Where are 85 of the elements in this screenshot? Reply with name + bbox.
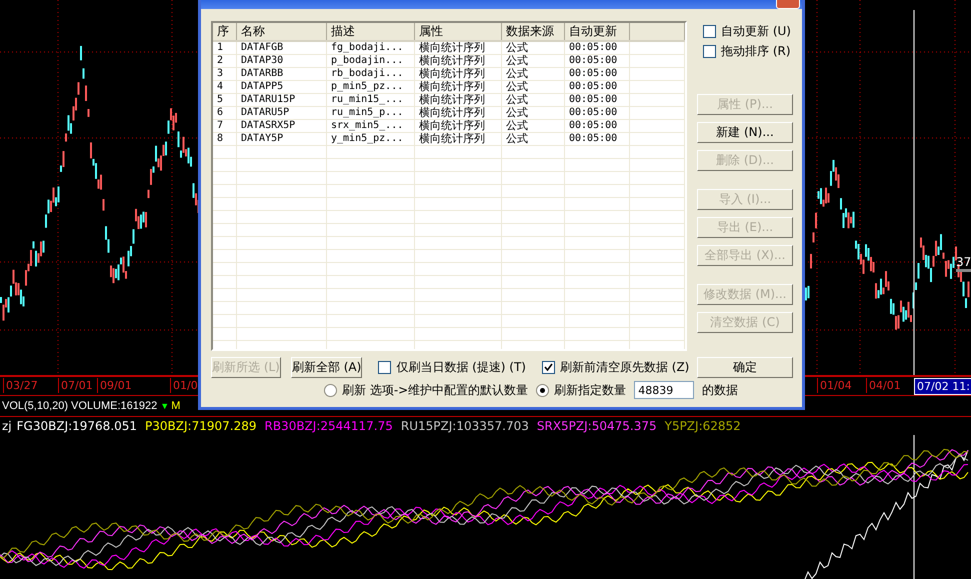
table-cell: DATASRX5P (236, 120, 326, 132)
refresh-button[interactable]: 刷新全部 (A) (290, 357, 362, 378)
table-cell: 公式 (502, 80, 564, 94)
table-cell: DATAP30 (236, 54, 326, 68)
table-cell: 00:05:00 (564, 120, 630, 132)
radio-button[interactable]: 刷新指定数量 (536, 382, 626, 398)
column-header[interactable]: 自动更新 (564, 23, 630, 41)
checkbox[interactable]: 拖动排序 (R) (697, 41, 793, 61)
series-legend-label: SRX5PZJ:50475.375 (536, 419, 657, 433)
table-cell: 6 (213, 106, 236, 120)
axis-date-label: 03/27 (3, 378, 40, 393)
table-cell: 横向统计序列 (414, 54, 502, 68)
table-cell: 公式 (502, 41, 564, 54)
checkbox[interactable]: 刷新前清空原先数据 (Z) (542, 358, 690, 378)
table-cell: 横向统计序列 (414, 80, 502, 94)
table-cell: 00:05:00 (564, 54, 630, 68)
count-suffix-label: 的数据 (702, 382, 738, 398)
axis-date-label: 09/01 (97, 378, 134, 393)
table-cell: 00:05:00 (564, 94, 630, 106)
checkbox[interactable]: 自动更新 (U) (697, 21, 793, 41)
axis-date-label: 07/01 (58, 378, 95, 393)
table-cell: srx_min5_... (326, 120, 414, 132)
table-cell: 8 (213, 132, 236, 146)
table-cell: 公式 (502, 132, 564, 146)
table-cell: DATAPP5 (236, 80, 326, 94)
table-cell: 横向统计序列 (414, 120, 502, 132)
axis-date-label: 04/01 (866, 378, 903, 393)
table-cell: 7 (213, 120, 236, 132)
table-cell: 公式 (502, 106, 564, 120)
table-cell: ru_min5_p... (326, 106, 414, 120)
table-cell: 公式 (502, 54, 564, 68)
series-legend-label: Y5PZJ:62852 (664, 419, 741, 433)
table-cell: 横向统计序列 (414, 94, 502, 106)
table-cell: p_bodajin... (326, 54, 414, 68)
table-cell: 00:05:00 (564, 41, 630, 54)
table-cell: DATARU5P (236, 106, 326, 120)
table-cell: DATARBB (236, 68, 326, 80)
table-cell: 横向统计序列 (414, 68, 502, 80)
series-legend-label: RB30BZJ:2544117.75 (264, 419, 393, 433)
column-header[interactable]: 描述 (326, 23, 414, 41)
column-header[interactable]: 属性 (414, 23, 502, 41)
table-cell: y_min5_pz... (326, 132, 414, 146)
table-cell: 2 (213, 54, 236, 68)
table-cell: DATARU15P (236, 94, 326, 106)
table-cell: 00:05:00 (564, 68, 630, 80)
table-cell: 横向统计序列 (414, 132, 502, 146)
volume-value: VOLUME:161922 (71, 400, 158, 412)
table-cell: 3 (213, 68, 236, 80)
price-label: 37 (956, 255, 971, 272)
table-cell: 公式 (502, 94, 564, 106)
checkbox[interactable]: 仅刷当日数据 (提速) (T) (378, 358, 526, 378)
table-cell: 00:05:00 (564, 80, 630, 94)
radio-button[interactable]: 刷新 选项->维护中配置的默认数量 (324, 382, 528, 398)
side-button[interactable]: 新建 (N)... (697, 122, 793, 143)
down-marker: ▼ (160, 401, 170, 411)
series-legend-label: P30BZJ:71907.289 (145, 419, 256, 433)
volume-title: VOL(5,10,20) (2, 400, 68, 412)
table-cell: 公式 (502, 68, 564, 80)
axis-date-label: 01/04 (817, 378, 854, 393)
check-icon (544, 363, 553, 372)
table-cell: 横向统计序列 (414, 106, 502, 120)
table-cell: p_min5_pz... (326, 80, 414, 94)
volume-label: M (171, 400, 180, 412)
table-cell: fg_bodaji... (326, 41, 414, 54)
axis-date-label: 07/02 11: (914, 378, 971, 395)
series-legend-label: FG30BZJ:19768.051 (16, 419, 138, 433)
table-cell: 00:05:00 (564, 132, 630, 146)
series-legend-label: RU15PZJ:103357.703 (400, 419, 529, 433)
table-cell: 5 (213, 94, 236, 106)
column-header[interactable]: 序 (213, 23, 236, 41)
close-button[interactable] (776, 0, 800, 9)
table-cell: DATAFGB (236, 41, 326, 54)
table-cell: 4 (213, 80, 236, 94)
count-input-field[interactable]: 48839 (634, 381, 694, 399)
ok-button[interactable]: 确定 (697, 357, 793, 378)
table-cell: ru_min15_... (326, 94, 414, 106)
table-cell: 横向统计序列 (414, 41, 502, 54)
indicator-name: zj (2, 419, 12, 433)
column-header[interactable]: 名称 (236, 23, 326, 41)
table-cell: 00:05:00 (564, 106, 630, 120)
table-cell: DATAY5P (236, 132, 326, 146)
column-header[interactable]: 数据来源 (502, 23, 564, 41)
table-cell: 1 (213, 41, 236, 54)
table-cell: 公式 (502, 120, 564, 132)
table-cell: rb_bodaji... (326, 68, 414, 80)
